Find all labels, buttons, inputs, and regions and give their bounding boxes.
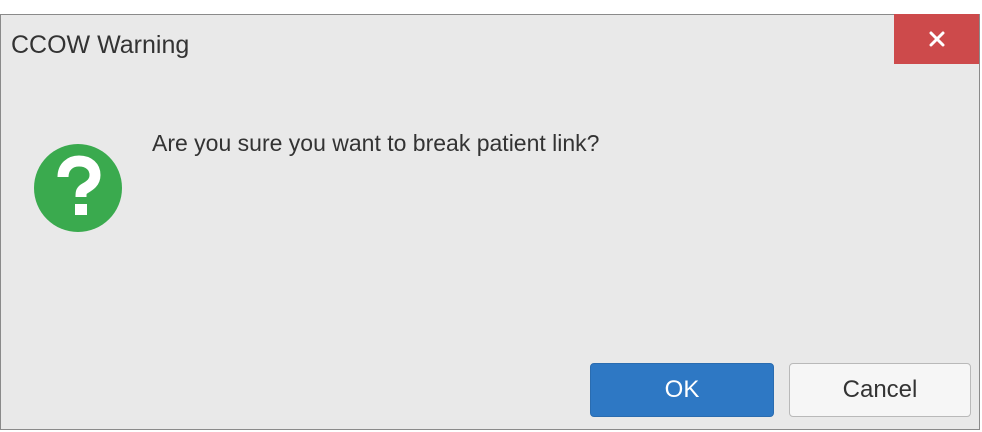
- close-icon: [929, 31, 944, 47]
- ok-button[interactable]: OK: [590, 363, 774, 417]
- question-icon: [34, 144, 122, 232]
- ccow-warning-dialog: CCOW Warning Are you sure you want to br…: [0, 14, 980, 430]
- cancel-button[interactable]: Cancel: [789, 363, 971, 417]
- dialog-title-bar: CCOW Warning: [1, 14, 979, 73]
- close-button[interactable]: [894, 14, 979, 64]
- dialog-message: Are you sure you want to break patient l…: [152, 130, 600, 156]
- dialog-title: CCOW Warning: [11, 31, 190, 59]
